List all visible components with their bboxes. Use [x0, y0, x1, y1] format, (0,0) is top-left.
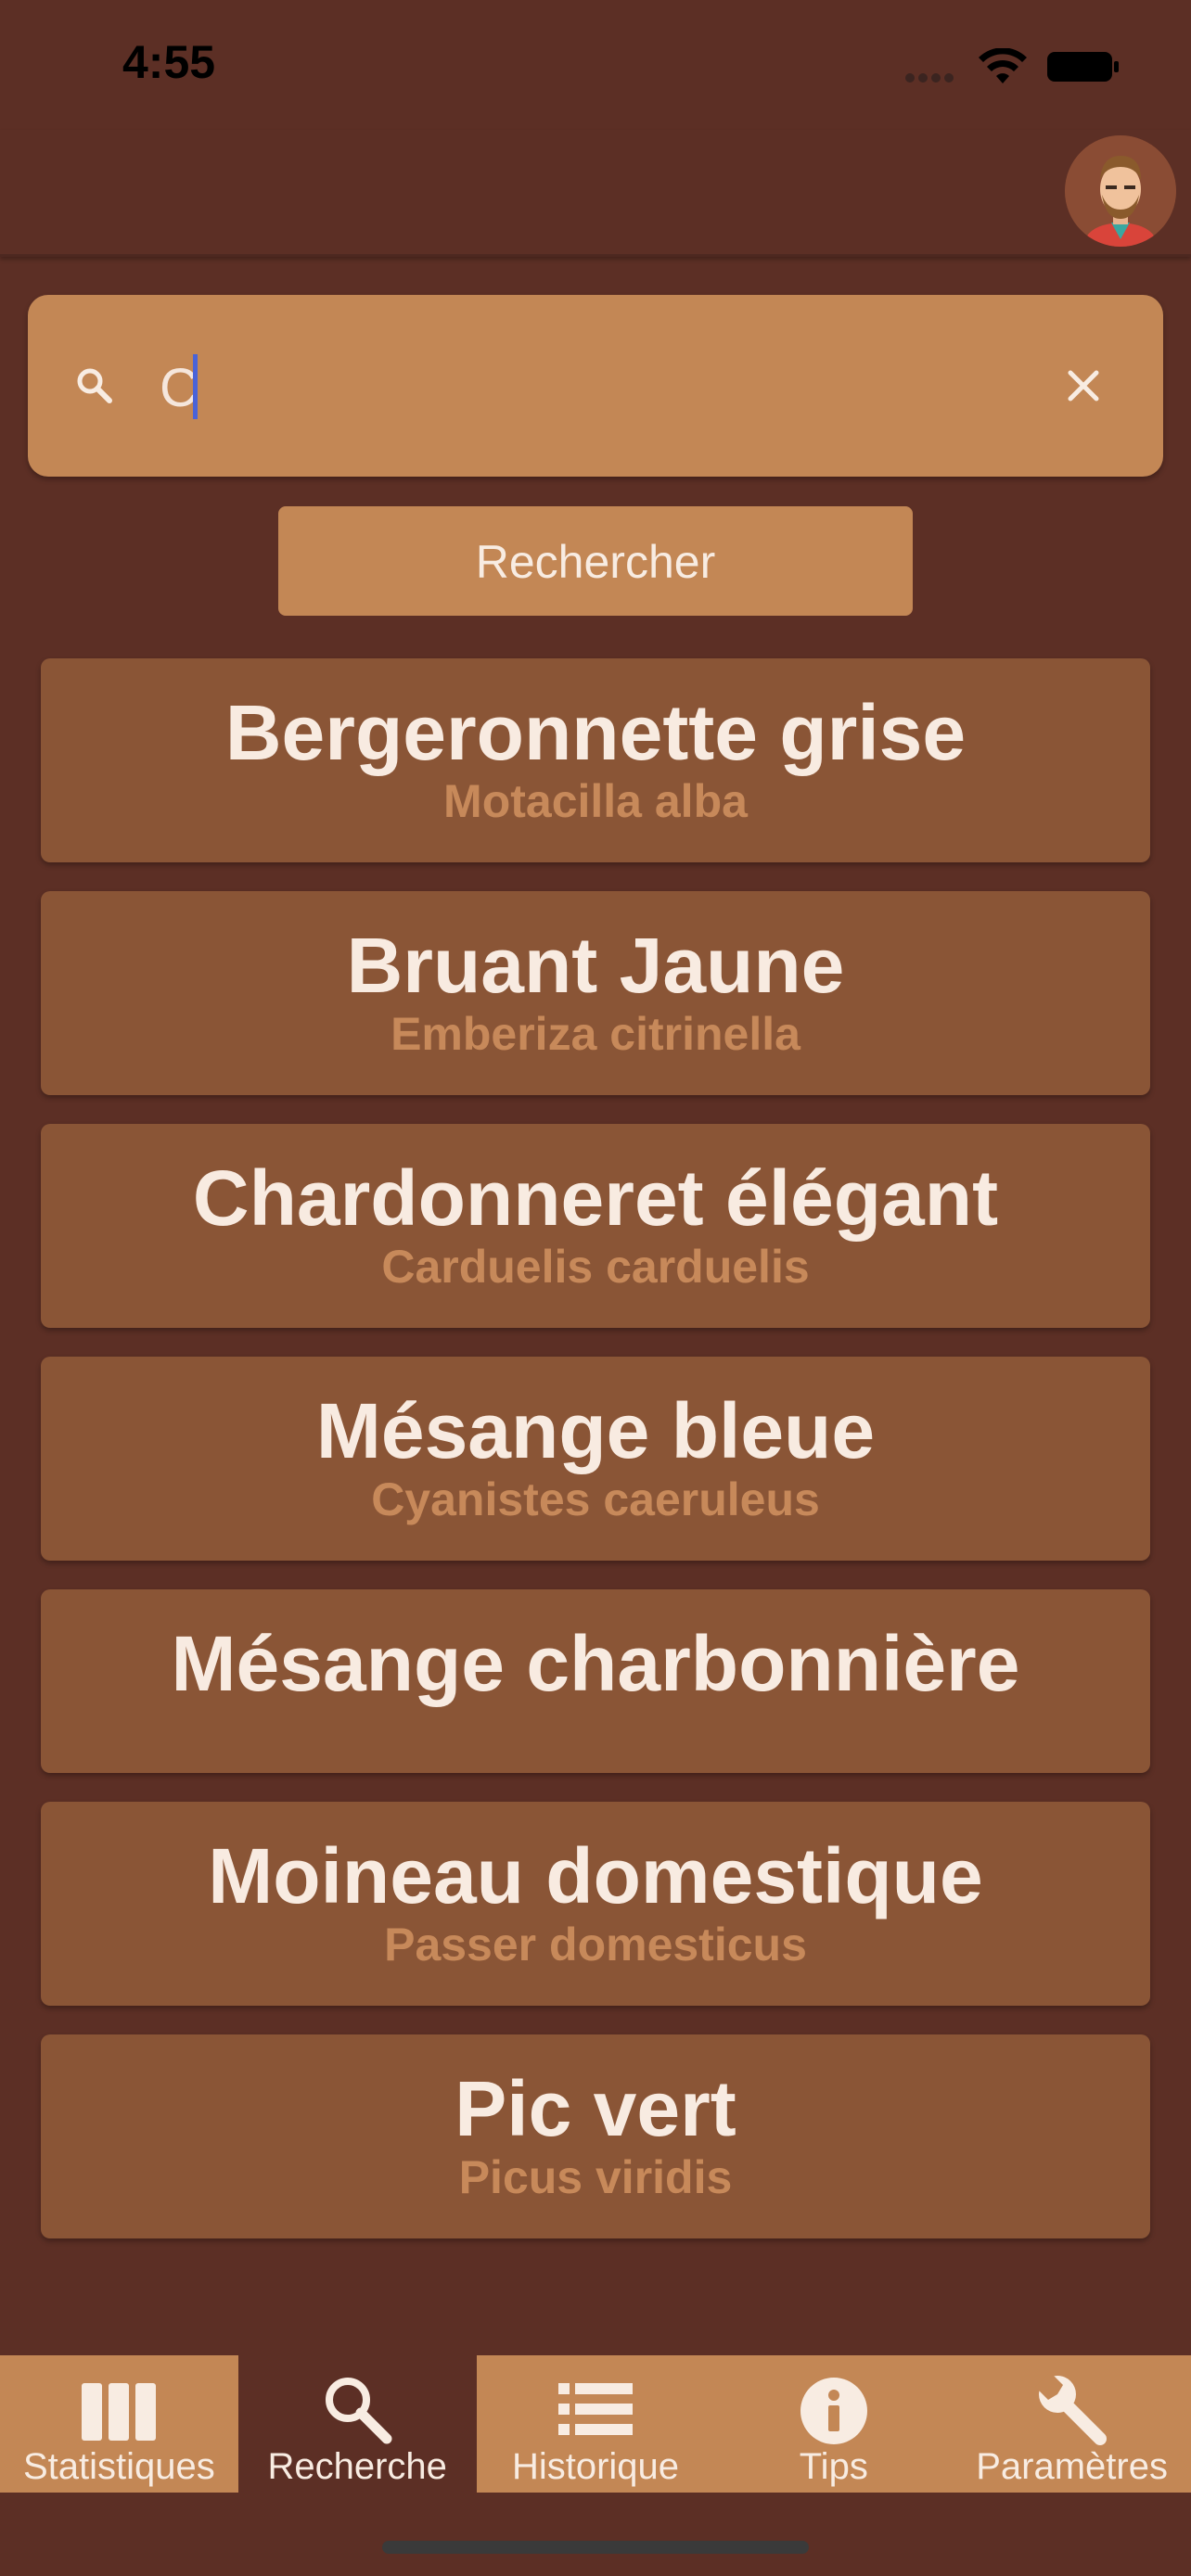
wrench-icon [1034, 2372, 1107, 2445]
tab-label: Tips [799, 2446, 868, 2487]
search-icon [77, 368, 112, 403]
columns-icon [82, 2383, 157, 2441]
tab-recherche[interactable]: Recherche [237, 2355, 477, 2493]
result-card[interactable]: Mésange bleue Cyanistes caeruleus [41, 1357, 1150, 1561]
tab-historique[interactable]: Historique [477, 2355, 715, 2493]
status-bar: 4:55 [0, 0, 1191, 130]
bird-name: Bruant Jaune [346, 922, 845, 1009]
bird-latin-name: Motacilla alba [443, 775, 748, 827]
tab-label: Statistiques [23, 2446, 215, 2487]
bird-latin-name: Passer domesticus [384, 1919, 807, 1970]
info-icon [800, 2378, 867, 2444]
tab-label: Historique [511, 2446, 680, 2487]
result-card[interactable]: Chardonneret élégant Carduelis carduelis [41, 1124, 1150, 1328]
list-icon [557, 2383, 633, 2435]
tab-tips[interactable]: Tips [714, 2355, 953, 2493]
close-icon[interactable] [1065, 367, 1102, 404]
result-card[interactable]: Bergeronnette grise Motacilla alba [41, 658, 1150, 862]
result-card[interactable]: Bruant Jaune Emberiza citrinella [41, 891, 1150, 1095]
bird-name: Pic vert [455, 2065, 736, 2152]
tab-label: Paramètres [976, 2446, 1168, 2487]
result-card[interactable]: Pic vert Picus viridis [41, 2034, 1150, 2238]
user-avatar-icon [1065, 135, 1176, 247]
tab-label: Recherche [267, 2446, 447, 2487]
results-list: Bergeronnette grise Motacilla alba Bruan… [41, 658, 1150, 2267]
bird-name: Moineau domestique [208, 1832, 983, 1919]
tab-statistiques[interactable]: Statistiques [0, 2355, 238, 2493]
search-icon [326, 2378, 392, 2444]
search-input[interactable] [160, 351, 1031, 425]
text-caret [193, 354, 198, 419]
bird-name: Chardonneret élégant [192, 1154, 999, 1242]
bird-name: Mésange charbonnière [171, 1620, 1020, 1707]
bird-latin-name: Cyanistes caeruleus [371, 1473, 820, 1525]
bird-name: Mésange bleue [315, 1387, 876, 1474]
bird-latin-name: Carduelis carduelis [381, 1241, 810, 1293]
search-button[interactable]: Rechercher [278, 506, 913, 616]
tab-parametres[interactable]: Paramètres [953, 2355, 1191, 2493]
result-card[interactable]: Mésange charbonnière [41, 1589, 1150, 1773]
status-time: 4:55 [122, 36, 216, 88]
cellular-signal-icon [905, 70, 957, 87]
home-indicator[interactable] [382, 2541, 809, 2554]
bird-name: Bergeronnette grise [224, 689, 967, 776]
tab-bar: Statistiques Recherche Historique Tips P… [0, 2355, 1191, 2493]
battery-icon [1047, 52, 1119, 82]
wifi-icon [979, 48, 1027, 83]
bird-latin-name: Emberiza citrinella [391, 1008, 800, 1060]
avatar[interactable] [1065, 135, 1176, 247]
result-card[interactable]: Moineau domestique Passer domesticus [41, 1802, 1150, 2006]
app-header [0, 130, 1191, 257]
bird-latin-name: Picus viridis [458, 2151, 733, 2203]
